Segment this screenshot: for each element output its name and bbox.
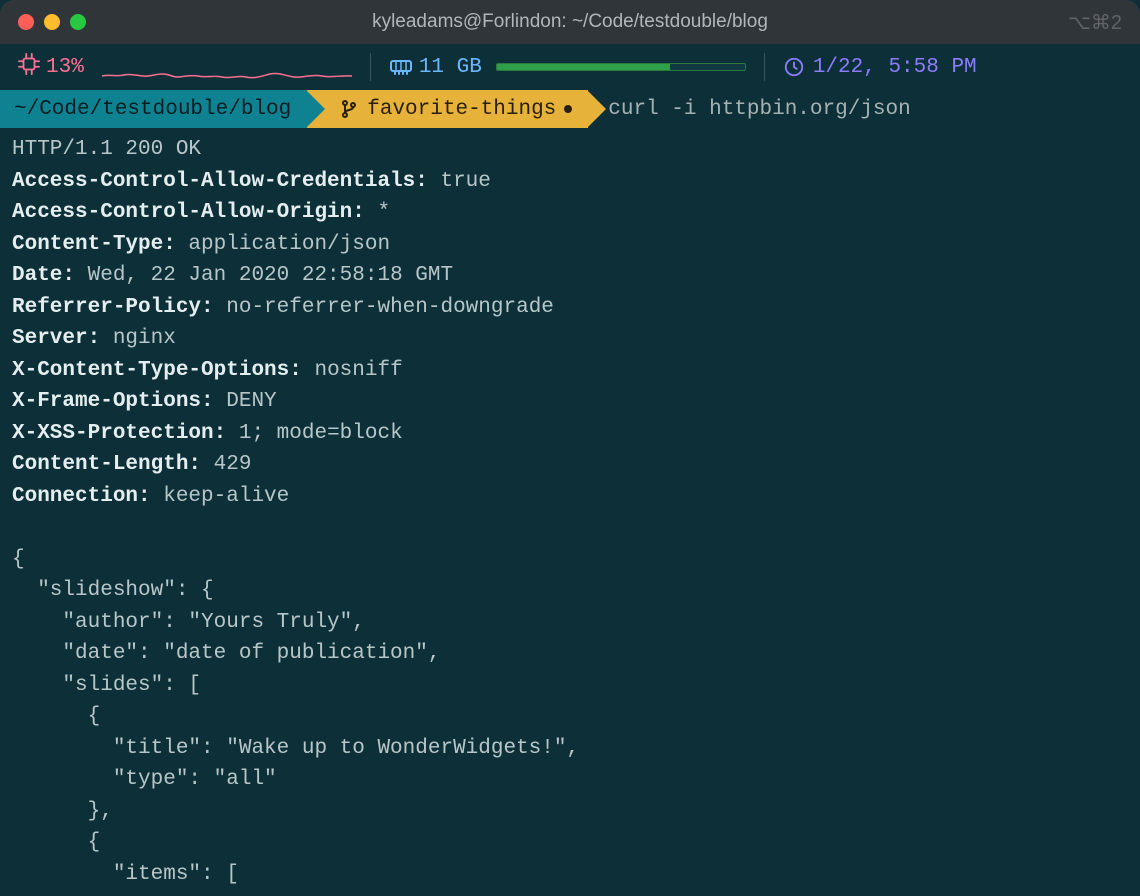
json-body-line: "type": "all"	[12, 764, 1128, 796]
ram-bar	[496, 63, 746, 71]
stat-ram: 11 GB	[377, 44, 758, 90]
http-header-key: X-Frame-Options:	[12, 390, 214, 413]
terminal-output[interactable]: HTTP/1.1 200 OKAccess-Control-Allow-Cred…	[0, 128, 1140, 896]
http-header-value: true	[428, 170, 491, 193]
chip-icon	[18, 53, 40, 82]
http-header-line: X-Content-Type-Options: nosniff	[12, 355, 1128, 387]
http-header-line: Server: nginx	[12, 323, 1128, 355]
memory-icon	[389, 57, 413, 77]
http-header-key: Date:	[12, 264, 75, 287]
prompt-command-text: curl -i httpbin.org/json	[608, 98, 910, 121]
http-header-value: no-referrer-when-downgrade	[214, 296, 554, 319]
shortcut-text: ⌥⌘2	[1068, 10, 1122, 35]
json-body-line: "title": "Wake up to WonderWidgets!",	[12, 733, 1128, 765]
http-header-value: nginx	[100, 327, 176, 350]
window-shortcut-hint: ⌥⌘2	[1068, 10, 1122, 35]
http-header-value: application/json	[176, 233, 390, 256]
powerline-prompt: ~/Code/testdouble/blog favorite-things c…	[0, 90, 1140, 128]
http-header-key: Server:	[12, 327, 100, 350]
prompt-command[interactable]: curl -i httpbin.org/json	[588, 90, 926, 128]
prompt-path-segment: ~/Code/testdouble/blog	[0, 90, 307, 128]
http-header-line: Content-Length: 429	[12, 449, 1128, 481]
http-header-key: Connection:	[12, 485, 151, 508]
cpu-sparkline	[102, 54, 352, 80]
http-status-line: HTTP/1.1 200 OK	[12, 134, 1128, 166]
http-header-value: 1; mode=block	[226, 422, 402, 445]
http-header-line: X-Frame-Options: DENY	[12, 386, 1128, 418]
prompt-path: ~/Code/testdouble/blog	[14, 98, 291, 121]
http-header-key: Access-Control-Allow-Credentials:	[12, 170, 428, 193]
window-title: kyleadams@Forlindon: ~/Code/testdouble/b…	[0, 11, 1140, 33]
http-header-key: X-Content-Type-Options:	[12, 359, 302, 382]
stat-cpu: 13%	[6, 44, 364, 90]
json-body-line: {	[12, 827, 1128, 859]
ram-label: 11 GB	[419, 56, 482, 79]
json-body-line: {	[12, 701, 1128, 733]
http-header-value: nosniff	[302, 359, 403, 382]
http-header-line: Date: Wed, 22 Jan 2020 22:58:18 GMT	[12, 260, 1128, 292]
http-header-value: Wed, 22 Jan 2020 22:58:18 GMT	[75, 264, 453, 287]
http-header-line: Access-Control-Allow-Credentials: true	[12, 166, 1128, 198]
http-header-key: Content-Length:	[12, 453, 201, 476]
http-header-value: *	[365, 201, 390, 224]
stat-divider	[764, 53, 765, 81]
http-header-key: X-XSS-Protection:	[12, 422, 226, 445]
http-header-key: Referrer-Policy:	[12, 296, 214, 319]
json-body-line: "items": [	[12, 859, 1128, 891]
clock-label: 1/22, 5:58 PM	[813, 56, 977, 79]
stat-clock: 1/22, 5:58 PM	[771, 44, 989, 90]
json-body-line: },	[12, 796, 1128, 828]
json-body-line: "date": "date of publication",	[12, 638, 1128, 670]
http-header-line: Referrer-Policy: no-referrer-when-downgr…	[12, 292, 1128, 324]
http-header-line: Connection: keep-alive	[12, 481, 1128, 513]
http-header-value: DENY	[214, 390, 277, 413]
json-body-line: "author": "Yours Truly",	[12, 607, 1128, 639]
http-header-value: keep-alive	[151, 485, 290, 508]
stat-divider	[370, 53, 371, 81]
http-header-key: Access-Control-Allow-Origin:	[12, 201, 365, 224]
blank-line	[12, 512, 1128, 544]
http-header-line: Access-Control-Allow-Origin: *	[12, 197, 1128, 229]
ram-bar-fill	[497, 64, 671, 70]
prompt-branch-segment: favorite-things	[307, 90, 588, 128]
json-body-line: "slideshow": {	[12, 575, 1128, 607]
chevron-right-icon	[587, 90, 606, 128]
json-body-line: "slides": [	[12, 670, 1128, 702]
window-titlebar: kyleadams@Forlindon: ~/Code/testdouble/b…	[0, 0, 1140, 44]
chevron-right-icon	[306, 90, 325, 128]
json-body-line: {	[12, 544, 1128, 576]
cpu-percent: 13%	[46, 56, 84, 79]
tmux-status-bar: 13% 11 GB 1/22, 5:58 PM	[0, 44, 1140, 90]
git-dirty-dot-icon	[564, 105, 572, 113]
clock-icon	[783, 56, 805, 78]
http-header-line: X-XSS-Protection: 1; mode=block	[12, 418, 1128, 450]
http-header-value: 429	[201, 453, 251, 476]
http-header-line: Content-Type: application/json	[12, 229, 1128, 261]
git-branch-icon	[341, 99, 357, 119]
http-header-key: Content-Type:	[12, 233, 176, 256]
prompt-branch: favorite-things	[367, 98, 556, 121]
